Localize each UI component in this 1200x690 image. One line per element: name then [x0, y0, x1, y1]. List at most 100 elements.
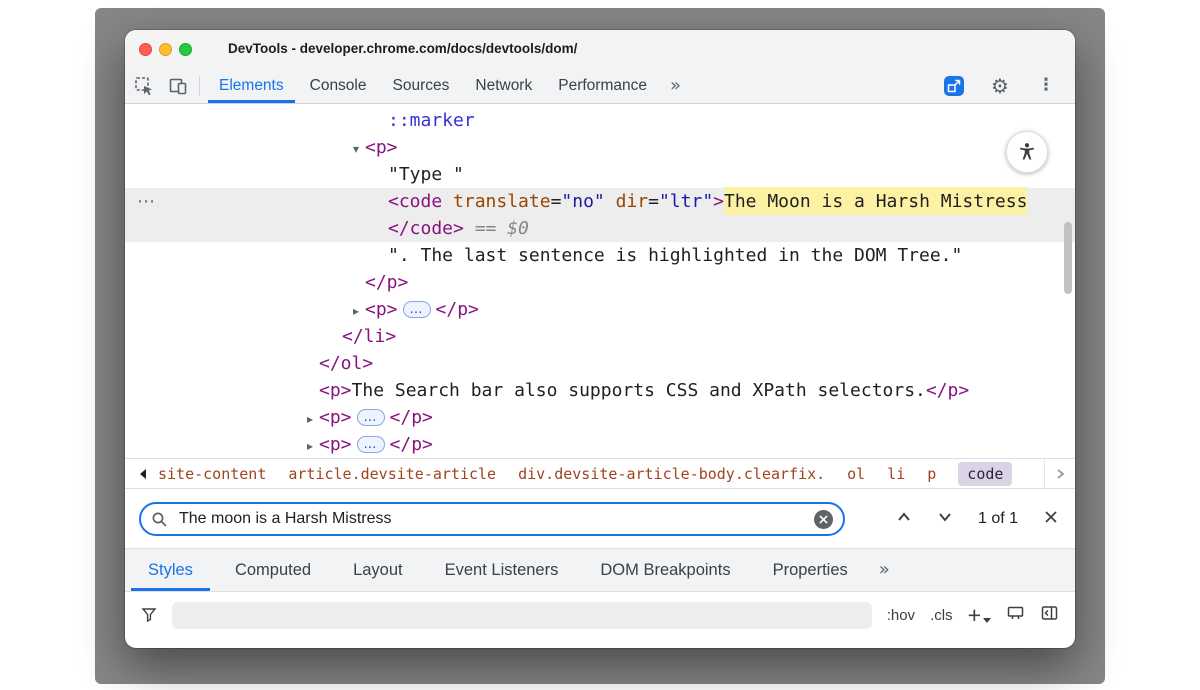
filter-funnel-icon	[141, 607, 157, 623]
breadcrumb-back-button[interactable]	[137, 467, 148, 481]
toggle-sidebar-button[interactable]	[1040, 604, 1059, 627]
dom-tree-line[interactable]: <p>The Search bar also supports CSS and …	[125, 377, 1075, 404]
dom-scrollbar-thumb[interactable]	[1064, 222, 1072, 294]
breadcrumb-back-arrow-icon	[137, 467, 148, 481]
gear-icon: ⚙	[991, 76, 1009, 96]
window-titlebar: DevTools - developer.chrome.com/docs/dev…	[125, 30, 1075, 69]
dom-token-pill[interactable]: …	[403, 301, 431, 318]
display-icon	[1006, 604, 1025, 622]
dom-tree-line[interactable]: </p>	[125, 269, 1075, 296]
dom-token-tag: </code>	[388, 218, 464, 239]
tab-performance[interactable]: Performance	[545, 68, 660, 103]
close-window-button[interactable]	[139, 43, 152, 56]
styles-filter-input[interactable]	[172, 602, 872, 629]
dom-tree-line[interactable]: ▸<p>…</p>	[125, 404, 1075, 431]
dom-token-punct: =	[648, 191, 659, 212]
toggle-element-state-button[interactable]: :hov	[887, 607, 915, 624]
chevron-down-icon	[937, 511, 953, 523]
dom-tree-panel: ::marker▾<p>"Type "⋯<code translate="no"…	[125, 104, 1075, 458]
dom-tree-line[interactable]: ". The last sentence is highlighted in t…	[125, 242, 1075, 269]
expand-arrow-icon[interactable]: ▸	[301, 406, 319, 433]
breadcrumb-item-code[interactable]: code	[958, 462, 1012, 486]
devtools-window: DevTools - developer.chrome.com/docs/dev…	[125, 30, 1075, 648]
dom-token-value: "no"	[561, 191, 604, 212]
expand-arrow-icon[interactable]: ▸	[347, 298, 365, 325]
dom-token-tag: </li>	[342, 326, 396, 347]
devtools-menu-button[interactable]: ⋮	[1031, 71, 1061, 101]
tab-network[interactable]: Network	[462, 68, 545, 103]
search-field	[139, 502, 845, 536]
dom-token-highlight: The Moon is a Harsh Mistress	[724, 187, 1027, 216]
collapse-arrow-icon[interactable]: ▾	[347, 136, 365, 163]
minimize-window-button[interactable]	[159, 43, 172, 56]
dom-token-attr: translate	[442, 191, 550, 212]
toolbar-right-controls: ⚙ ⋮	[935, 71, 1075, 101]
breadcrumb-item-article-devsite-article[interactable]: article.devsite-article	[288, 465, 496, 483]
styles-filter-bar: :hov .cls +	[125, 592, 1075, 638]
tab-properties[interactable]: Properties	[752, 549, 869, 591]
tab-console[interactable]: Console	[297, 68, 380, 103]
sidebar-tab-list: StylesComputedLayoutEvent ListenersDOM B…	[127, 549, 869, 591]
new-style-rule-button[interactable]: +	[968, 606, 991, 624]
dom-tree-line[interactable]: ▸<p>…</p>	[125, 431, 1075, 458]
breadcrumb-item-p[interactable]: p	[927, 465, 936, 483]
plus-caret-icon	[983, 618, 991, 623]
dom-tree-line[interactable]: </code> == $0	[125, 215, 1075, 242]
dom-tree-line[interactable]: </li>	[125, 323, 1075, 350]
dom-tree-line[interactable]: </ol>	[125, 350, 1075, 377]
accessibility-person-icon	[1016, 141, 1038, 163]
dom-tree: ::marker▾<p>"Type "⋯<code translate="no"…	[125, 107, 1075, 458]
zoom-window-button[interactable]	[179, 43, 192, 56]
dom-tree-line[interactable]: ::marker	[125, 107, 1075, 134]
dom-tree-line[interactable]: ▸<p> … </p>	[125, 296, 1075, 323]
breadcrumb-forward-button[interactable]	[1044, 459, 1075, 488]
clear-search-button[interactable]	[814, 510, 833, 529]
dom-token-tag: <p>	[365, 299, 398, 320]
dom-tree-line[interactable]: ▾<p>	[125, 134, 1075, 161]
dom-token-tag: </p>	[926, 380, 969, 401]
kebab-menu-icon: ⋮	[1038, 77, 1055, 94]
panel-tabs: ElementsConsoleSourcesNetworkPerformance	[206, 68, 660, 103]
tab-elements[interactable]: Elements	[206, 68, 297, 103]
dom-tree-line[interactable]: "Type "	[125, 161, 1075, 188]
rendering-emulation-button[interactable]	[1006, 604, 1025, 627]
toggle-device-toolbar-button[interactable]	[163, 71, 193, 101]
close-find-bar-button[interactable]	[1043, 509, 1059, 530]
blue-square-arrow-button[interactable]	[939, 71, 969, 101]
breadcrumb-items: site-content article.devsite-article div.d…	[158, 462, 1024, 486]
previous-match-button[interactable]	[896, 510, 912, 528]
breadcrumb-item-site-content[interactable]: site-content	[158, 465, 266, 483]
tab-styles[interactable]: Styles	[127, 549, 214, 591]
accessibility-button[interactable]	[1006, 131, 1048, 173]
blue-square-arrow-icon	[943, 75, 965, 97]
inspect-element-button[interactable]	[129, 71, 159, 101]
next-match-button[interactable]	[937, 510, 953, 528]
tab-dom-breakpoints[interactable]: DOM Breakpoints	[579, 549, 751, 591]
dom-token-text: The Search bar also supports CSS and XPa…	[352, 380, 926, 401]
dom-token-attr: dir	[605, 191, 648, 212]
tab-event-listeners[interactable]: Event Listeners	[424, 549, 580, 591]
breadcrumb-item-div-devsite-article-body-clearfix[interactable]: div.devsite-article-body.clearfix.	[518, 465, 825, 483]
element-classes-button[interactable]: .cls	[930, 607, 953, 624]
dom-token-dim-italic: $0	[507, 218, 529, 239]
window-title: DevTools - developer.chrome.com/docs/dev…	[228, 30, 577, 68]
dom-token-tag: </p>	[436, 299, 479, 320]
tab-computed[interactable]: Computed	[214, 549, 332, 591]
search-input[interactable]	[177, 509, 814, 529]
dom-token-tag: </ol>	[319, 353, 373, 374]
dom-token-tag: <p>	[319, 380, 352, 401]
tab-sources[interactable]: Sources	[380, 68, 463, 103]
breadcrumb-item-ol[interactable]: ol	[847, 465, 865, 483]
dom-token-pill[interactable]: …	[357, 409, 385, 426]
more-panels-chevron-icon[interactable]: »	[660, 77, 691, 95]
more-sidebar-tabs-chevron-icon[interactable]: »	[869, 561, 900, 579]
inspect-icon	[133, 75, 155, 97]
settings-button[interactable]: ⚙	[985, 71, 1015, 101]
dom-tree-line[interactable]: ⋯<code translate="no" dir="ltr">The Moon…	[125, 188, 1075, 215]
dom-token-text: ". The last sentence is highlighted in t…	[388, 245, 962, 266]
expand-arrow-icon[interactable]: ▸	[301, 433, 319, 458]
dom-token-pill[interactable]: …	[357, 436, 385, 453]
clear-x-icon	[819, 515, 828, 524]
breadcrumb-item-li[interactable]: li	[887, 465, 905, 483]
tab-layout[interactable]: Layout	[332, 549, 424, 591]
